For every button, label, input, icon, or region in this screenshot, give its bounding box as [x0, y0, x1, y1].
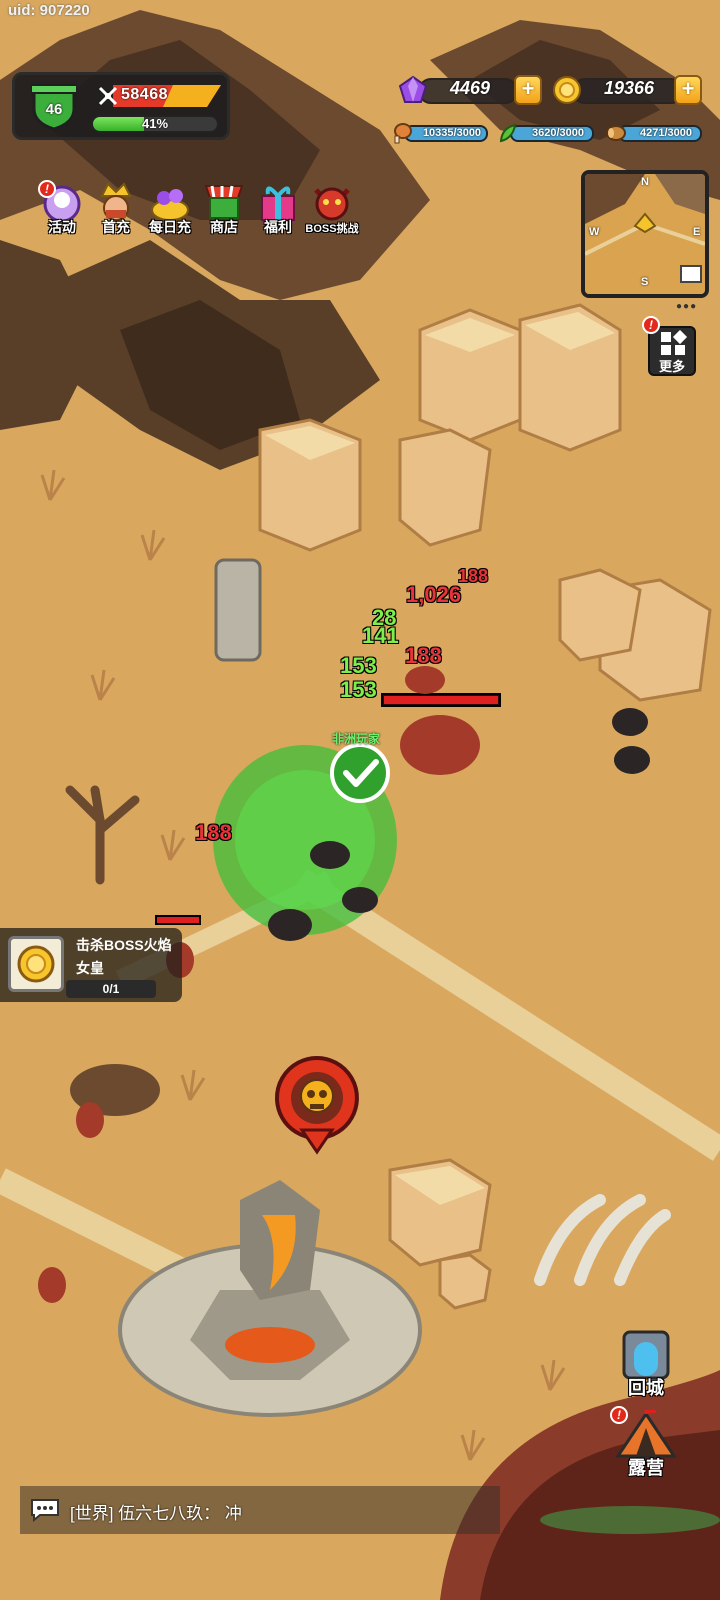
- gem-count: 4469: [449, 78, 490, 98]
- player-level: 46: [45, 101, 63, 118]
- herb-icon: [499, 123, 517, 143]
- camp-label: 露营: [628, 1458, 664, 1478]
- damage-number: 188: [195, 820, 232, 845]
- combat-power: 58468: [93, 83, 223, 109]
- chat-message: [世界] 伍六七八玖： 冲: [70, 1504, 242, 1523]
- meat-icon: [394, 123, 412, 144]
- page-dots: ●●●: [676, 301, 698, 312]
- damage-number: 1,026: [406, 582, 462, 607]
- exp-bar: 41%: [91, 115, 219, 133]
- compass-south: S: [641, 276, 649, 288]
- exp-percent: 41%: [141, 116, 169, 131]
- more-button[interactable]: 更多 !: [642, 316, 696, 376]
- menu-boss-challenge[interactable]: BOSS挑战: [304, 180, 360, 242]
- quest-progress: 0/1: [66, 980, 156, 998]
- add-gold-button[interactable]: +: [674, 75, 702, 105]
- damage-number: 188: [405, 643, 442, 668]
- wood-resource: 4271/3000: [606, 122, 706, 144]
- heal-number: 141: [362, 623, 399, 648]
- herb-resource: 3620/3000: [498, 122, 598, 144]
- compass-west: W: [589, 226, 600, 238]
- compass-east: E: [693, 226, 701, 238]
- player-panel[interactable]: 46 58468 41%: [12, 72, 230, 140]
- chat-bar[interactable]: [世界] 伍六七八玖： 冲: [20, 1486, 500, 1534]
- quest-reward-icon: [8, 936, 64, 992]
- uid-label: uid: 907220: [8, 2, 90, 19]
- gem-currency: 4469 +: [398, 75, 542, 105]
- meat-resource: 10335/3000: [392, 122, 492, 144]
- boss-location-marker[interactable]: [272, 1054, 362, 1158]
- gem-icon: [398, 75, 428, 103]
- damage-number: 188: [458, 566, 489, 586]
- level-badge[interactable]: 46: [30, 83, 78, 131]
- heal-number: 153: [340, 653, 377, 678]
- quest-tracker[interactable]: 击杀BOSS火焰女皇 0/1: [0, 928, 182, 1002]
- add-gems-button[interactable]: +: [514, 75, 542, 105]
- return-city-button[interactable]: 回城: [614, 1330, 678, 1400]
- gold-count: 19366: [603, 78, 654, 98]
- more-label: 更多: [658, 359, 685, 374]
- herb-amount: 3620/3000: [532, 127, 584, 139]
- meat-amount: 10335/3000: [422, 127, 482, 139]
- menu-boss-label: BOSS挑战: [305, 223, 359, 235]
- power-value: 58468: [121, 86, 168, 103]
- crossed-swords-icon: [98, 86, 118, 106]
- notification-badge: !: [642, 316, 660, 334]
- heal-number: 153: [340, 677, 377, 702]
- notification-badge: !: [38, 180, 56, 198]
- gold-currency: 19366 +: [552, 75, 702, 105]
- chat-bubble-icon: [31, 1499, 59, 1522]
- demon-boss-icon: [314, 187, 350, 221]
- wood-log-icon: [606, 125, 626, 141]
- wood-amount: 4271/3000: [640, 127, 692, 139]
- player-name-tag: 非洲玩家: [332, 732, 381, 746]
- minimap[interactable]: N S W E: [581, 170, 709, 298]
- quest-title: 击杀BOSS火焰女皇: [76, 937, 172, 976]
- camp-button[interactable]: ! 露营: [610, 1406, 678, 1480]
- compass-north: N: [641, 176, 649, 188]
- gold-coin-icon: [17, 945, 55, 983]
- return-city-label: 回城: [628, 1378, 664, 1398]
- gold-coin-icon: [553, 76, 581, 104]
- notification-badge: !: [610, 1406, 628, 1424]
- grid-menu-icon: [661, 330, 688, 355]
